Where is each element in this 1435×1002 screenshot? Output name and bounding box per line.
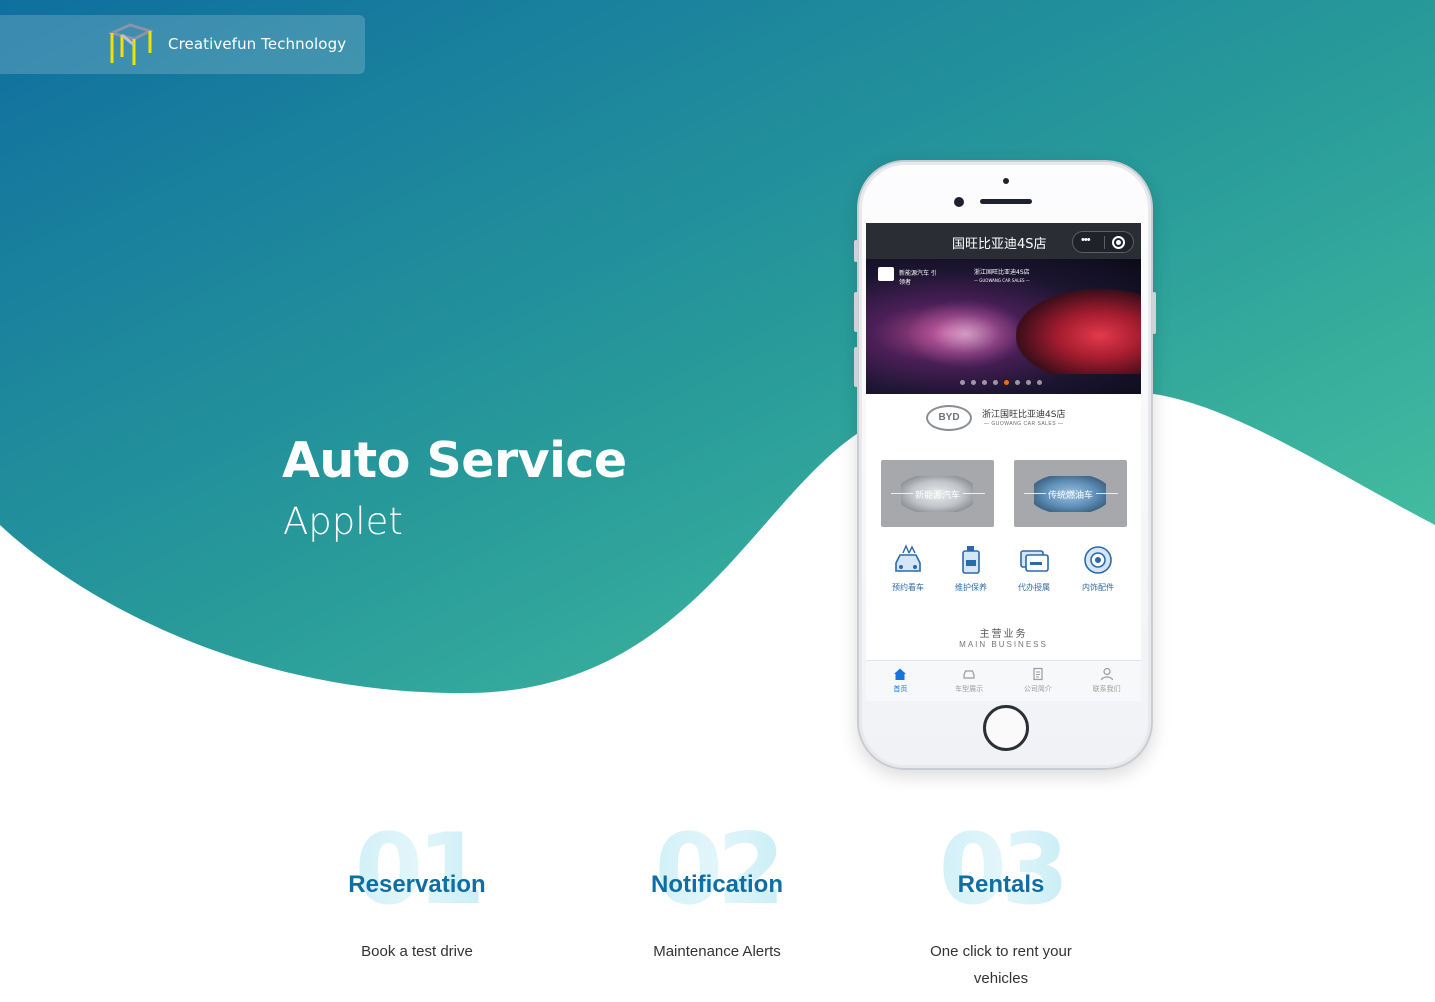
hero-title: Auto Service	[282, 432, 627, 489]
phone-screen: 国旺比亚迪4S店 ••• 新能源汽车 引领者 浙江国旺比亚迪4S店 — GUOW…	[866, 223, 1141, 701]
tab-company[interactable]: 公司简介	[1004, 661, 1073, 701]
carousel-dot[interactable]	[1026, 380, 1031, 385]
carousel-dot-active[interactable]	[1004, 380, 1009, 385]
carousel-dot[interactable]	[960, 380, 965, 385]
service-label: 预约看车	[892, 583, 924, 592]
app-title: 国旺比亚迪4S店	[952, 237, 1047, 252]
brand-name: Creativefun Technology	[168, 35, 347, 53]
more-icon[interactable]: •••	[1081, 234, 1091, 246]
carousel-dot[interactable]	[971, 380, 976, 385]
phone-volume-down	[854, 347, 858, 387]
car-card-label: 传统燃油车	[1047, 491, 1093, 501]
banner-carousel[interactable]: 新能源汽车 引领者 浙江国旺比亚迪4S店 — GUOWANG CAR SALES…	[866, 259, 1141, 394]
phone-power-button	[1152, 292, 1156, 334]
carousel-dot[interactable]	[982, 380, 987, 385]
car-wash-icon	[895, 544, 921, 572]
feature-title: Notification	[651, 871, 783, 898]
carousel-dot[interactable]	[1015, 380, 1020, 385]
carousel-dot[interactable]	[993, 380, 998, 385]
banner-car-image	[1016, 289, 1141, 374]
banner-tag-left: 新能源汽车 引领者	[899, 270, 937, 286]
phone-speaker	[980, 199, 1032, 204]
oil-can-icon	[962, 546, 980, 574]
brand-bar[interactable]: Creativefun Technology	[0, 15, 365, 74]
phone-sensor	[1003, 178, 1009, 184]
tab-home[interactable]: 首页	[866, 661, 935, 701]
card-icon	[1020, 550, 1049, 572]
service-maintenance[interactable]: 维护保养	[946, 543, 996, 593]
main-business-heading: 主营业务	[979, 629, 1028, 640]
user-icon	[1100, 667, 1113, 681]
store-subtitle: — GUOWANG CAR SALES —	[984, 421, 1064, 427]
store-logo: BYD	[926, 405, 972, 431]
feature-description: Book a test drive	[361, 943, 473, 960]
phone-mockup: 国旺比亚迪4S店 ••• 新能源汽车 引领者 浙江国旺比亚迪4S店 — GUOW…	[854, 160, 1156, 770]
store-name: 浙江国旺比亚迪4S店	[982, 410, 1066, 420]
feature-title: Rentals	[957, 871, 1045, 898]
car-card-fuel[interactable]: 传统燃油车	[1014, 460, 1127, 527]
carousel-indicator	[960, 380, 1042, 385]
car-card-label: 新能源汽车	[914, 491, 960, 501]
byd-logo-icon	[878, 267, 894, 281]
tab-contact[interactable]: 联系我们	[1072, 661, 1141, 701]
tab-models[interactable]: 车型展示	[935, 661, 1004, 701]
service-label: 内饰配件	[1082, 583, 1114, 592]
phone-camera	[954, 197, 964, 207]
banner-tag-right-sub: — GUOWANG CAR SALES —	[974, 278, 1030, 283]
document-icon	[1033, 667, 1043, 681]
wheel-icon	[1084, 546, 1112, 574]
service-agency[interactable]: 代办授属	[1009, 543, 1059, 593]
home-icon	[894, 668, 907, 680]
hero-subtitle: Applet	[283, 500, 403, 543]
car-icon	[963, 670, 975, 679]
store-info: BYD 浙江国旺比亚迪4S店 — GUOWANG CAR SALES —	[866, 403, 1141, 439]
tab-label: 首页	[893, 685, 908, 693]
service-accessories[interactable]: 内饰配件	[1073, 543, 1123, 593]
miniprogram-capsule[interactable]: •••	[1072, 231, 1134, 253]
main-business-subheading: MAIN BUSINESS	[959, 640, 1048, 649]
close-target-icon[interactable]	[1112, 236, 1125, 249]
phone-volume-up	[854, 292, 858, 332]
banner-tag-right: 浙江国旺比亚迪4S店	[974, 269, 1030, 276]
phone-side-button	[854, 240, 858, 262]
car-card-new-energy[interactable]: 新能源汽车	[881, 460, 994, 527]
app-tabbar: 首页 车型展示 公司简介 联系我们	[866, 660, 1141, 701]
app-header: 国旺比亚迪4S店 •••	[866, 223, 1141, 259]
tab-label: 公司简介	[1023, 685, 1052, 693]
phone-home-button	[983, 705, 1029, 751]
feature-number: 01	[307, 821, 527, 919]
hero-background	[0, 0, 1435, 694]
service-label: 维护保养	[955, 583, 987, 592]
feature-description: Maintenance Alerts	[653, 943, 781, 960]
service-book-viewing[interactable]: 预约看车	[883, 543, 933, 593]
service-label: 代办授属	[1018, 583, 1050, 592]
feature-description: One click to rent your vehicles	[930, 943, 1072, 987]
brand-logo-icon	[107, 23, 155, 65]
tab-label: 联系我们	[1092, 685, 1121, 693]
carousel-dot[interactable]	[1037, 380, 1042, 385]
feature-number: 02	[607, 821, 827, 919]
feature-number: 03	[891, 821, 1111, 919]
tab-label: 车型展示	[955, 685, 984, 693]
feature-title: Reservation	[348, 871, 486, 898]
